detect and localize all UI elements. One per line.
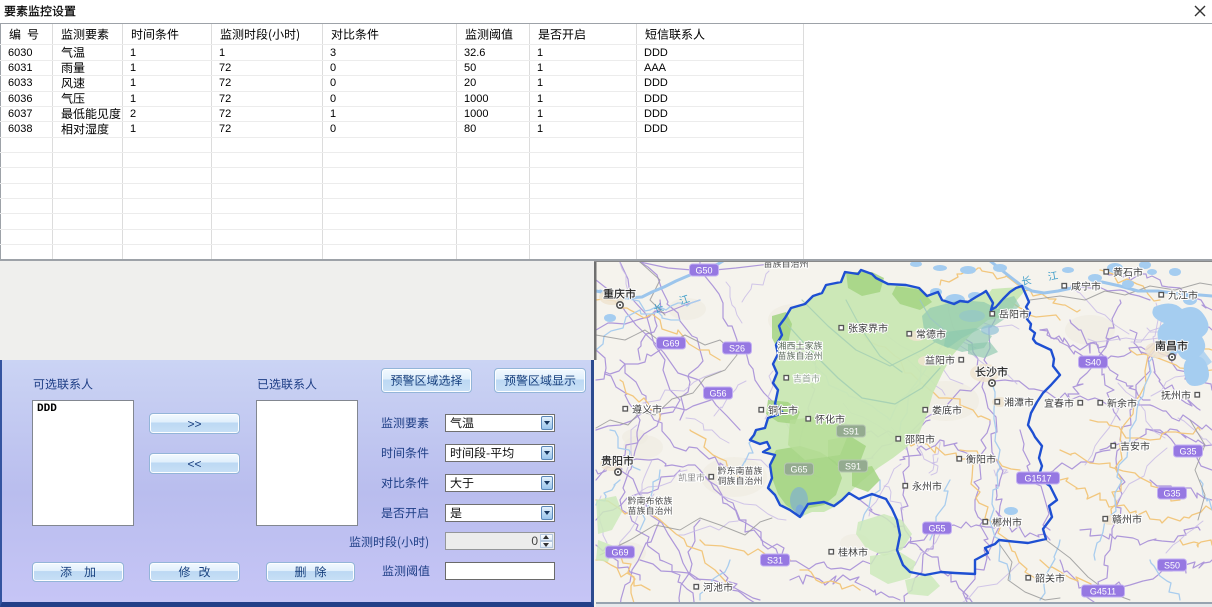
- svg-text:G65: G65: [790, 465, 807, 475]
- svg-text:G35: G35: [1179, 447, 1196, 457]
- svg-text:G50: G50: [695, 266, 712, 276]
- svg-text:G55: G55: [928, 524, 945, 534]
- svg-text:S91: S91: [845, 462, 861, 472]
- svg-text:S31: S31: [767, 556, 783, 566]
- svg-text:G56: G56: [709, 389, 726, 399]
- svg-text:S26: S26: [729, 344, 745, 354]
- svg-text:G69: G69: [662, 339, 679, 349]
- svg-text:S40: S40: [1085, 358, 1101, 368]
- svg-text:S50: S50: [1164, 561, 1180, 571]
- svg-text:G1517: G1517: [1024, 474, 1051, 484]
- svg-text:G69: G69: [611, 548, 628, 558]
- svg-text:G35: G35: [1163, 489, 1180, 499]
- svg-text:S91: S91: [843, 427, 859, 437]
- svg-text:G4511: G4511: [1090, 587, 1116, 597]
